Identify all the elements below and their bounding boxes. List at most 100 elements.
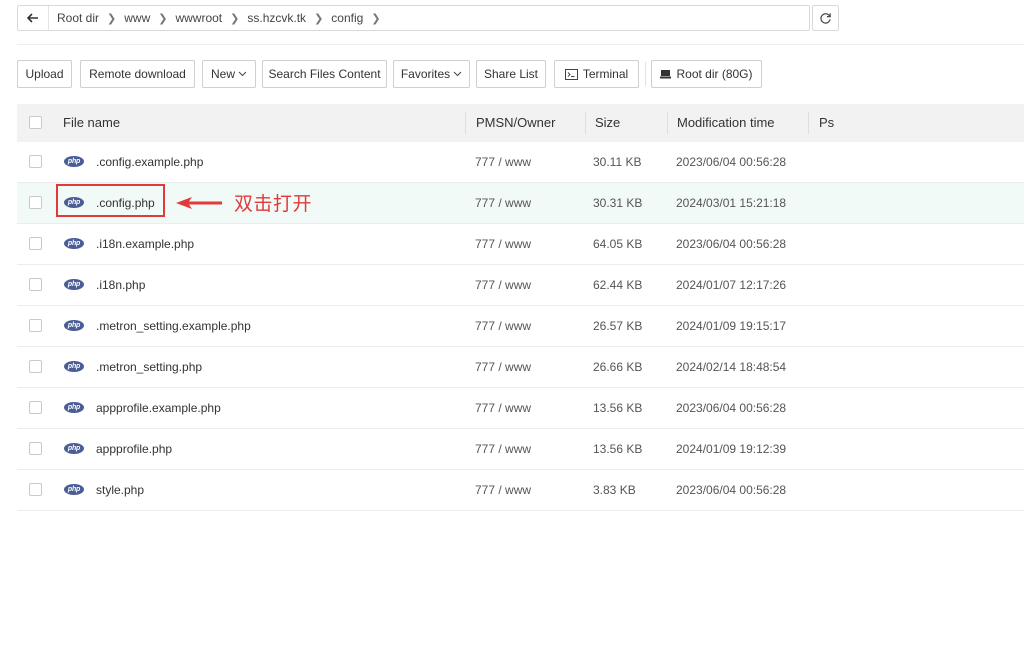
file-mtime: 2024/03/01 15:21:18 (676, 196, 787, 210)
file-permission[interactable]: 777 / www (475, 429, 531, 469)
row-checkbox[interactable] (29, 360, 42, 373)
chevron-right-icon: ❯ (107, 12, 117, 25)
row-checkbox[interactable] (29, 401, 42, 414)
chevron-right-icon: ❯ (230, 12, 240, 25)
favorites-button[interactable]: Favorites (393, 60, 470, 88)
file-mtime: 2024/02/14 18:48:54 (676, 360, 787, 374)
share-list-button[interactable]: Share List (476, 60, 546, 88)
file-size: 30.11 KB (593, 155, 642, 169)
file-permission[interactable]: 777 / www (475, 142, 531, 182)
php-file-icon: php (64, 484, 84, 495)
chevron-down-icon (238, 71, 247, 77)
file-mtime: 2023/06/04 00:56:28 (676, 237, 787, 251)
file-mtime: 2024/01/09 19:15:17 (676, 319, 787, 333)
arrow-left-icon (27, 13, 38, 23)
table-row[interactable]: php appprofile.php 777 / www 13.56 KB 20… (17, 429, 1024, 470)
new-button[interactable]: New (202, 60, 256, 88)
breadcrumb: Root dir ❯ www ❯ wwwroot ❯ ss.hzcvk.tk ❯… (49, 11, 389, 25)
table-row[interactable]: php .metron_setting.php 777 / www 26.66 … (17, 347, 1024, 388)
row-checkbox[interactable] (29, 237, 42, 250)
file-size: 64.05 KB (593, 237, 643, 251)
file-name[interactable]: .config.example.php (96, 142, 203, 182)
php-file-icon: php (64, 156, 84, 167)
table-row[interactable]: php .i18n.example.php 777 / www 64.05 KB… (17, 224, 1024, 265)
file-name[interactable]: .i18n.example.php (96, 224, 194, 264)
breadcrumb-www[interactable]: www (124, 11, 150, 25)
file-name[interactable]: .metron_setting.php (96, 347, 202, 387)
chevron-right-icon: ❯ (314, 12, 324, 25)
column-divider (667, 112, 668, 134)
chevron-right-icon: ❯ (158, 12, 168, 25)
chevron-down-icon (453, 71, 462, 77)
file-size: 62.44 KB (593, 278, 643, 292)
file-permission[interactable]: 777 / www (475, 470, 531, 510)
annotation-arrow-icon (176, 197, 222, 209)
file-name[interactable]: appprofile.example.php (96, 388, 221, 428)
file-mtime: 2023/06/04 00:56:28 (676, 483, 787, 497)
column-divider (465, 112, 466, 134)
row-checkbox[interactable] (29, 319, 42, 332)
file-size: 13.56 KB (593, 442, 643, 456)
annotation-text: 双击打开 (234, 193, 313, 215)
file-permission[interactable]: 777 / www (475, 183, 531, 223)
remote-download-button[interactable]: Remote download (80, 60, 195, 88)
row-checkbox[interactable] (29, 442, 42, 455)
divider (17, 44, 1024, 45)
file-permission[interactable]: 777 / www (475, 224, 531, 264)
header-file-name[interactable]: File name (63, 104, 120, 142)
breadcrumb-config[interactable]: config (331, 11, 363, 25)
table-row[interactable]: php .config.example.php 777 / www 30.11 … (17, 142, 1024, 183)
row-checkbox[interactable] (29, 278, 42, 291)
table-row[interactable]: php .metron_setting.example.php 777 / ww… (17, 306, 1024, 347)
file-permission[interactable]: 777 / www (475, 265, 531, 305)
terminal-icon (564, 68, 578, 80)
file-name[interactable]: .metron_setting.example.php (96, 306, 251, 346)
column-divider (808, 112, 809, 134)
file-name[interactable]: style.php (96, 470, 144, 510)
annotation-highlight-box (56, 184, 165, 217)
file-permission[interactable]: 777 / www (475, 388, 531, 428)
breadcrumb-site[interactable]: ss.hzcvk.tk (247, 11, 306, 25)
row-checkbox[interactable] (29, 155, 42, 168)
select-all-checkbox[interactable] (29, 116, 42, 129)
file-mtime: 2023/06/04 00:56:28 (676, 155, 787, 169)
column-divider (585, 112, 586, 134)
breadcrumb-wwwroot[interactable]: wwwroot (175, 11, 222, 25)
upload-button[interactable]: Upload (17, 60, 72, 88)
row-checkbox[interactable] (29, 483, 42, 496)
header-permission[interactable]: PMSN/Owner (476, 104, 555, 142)
file-size: 30.31 KB (593, 196, 643, 210)
php-file-icon: php (64, 361, 84, 372)
search-files-content-button[interactable]: Search Files Content (262, 60, 387, 88)
file-size: 3.83 KB (593, 483, 636, 497)
file-mtime: 2023/06/04 00:56:28 (676, 401, 787, 415)
root-dir-disk-button[interactable]: Root dir (80G) (651, 60, 762, 88)
table-row[interactable]: php style.php 777 / www 3.83 KB 2023/06/… (17, 470, 1024, 511)
file-name[interactable]: appprofile.php (96, 429, 172, 469)
file-permission[interactable]: 777 / www (475, 306, 531, 346)
file-name[interactable]: .i18n.php (96, 265, 145, 305)
file-permission[interactable]: 777 / www (475, 347, 531, 387)
breadcrumb-root[interactable]: Root dir (57, 11, 99, 25)
refresh-button[interactable] (812, 5, 839, 31)
chevron-right-icon: ❯ (371, 12, 381, 25)
file-size: 26.66 KB (593, 360, 643, 374)
php-file-icon: php (64, 443, 84, 454)
file-mtime: 2024/01/09 19:12:39 (676, 442, 787, 456)
php-file-icon: php (64, 320, 84, 331)
row-checkbox[interactable] (29, 196, 42, 209)
header-size[interactable]: Size (595, 104, 620, 142)
refresh-icon (820, 12, 831, 24)
path-bar[interactable]: Root dir ❯ www ❯ wwwroot ❯ ss.hzcvk.tk ❯… (17, 5, 810, 31)
file-size: 26.57 KB (593, 319, 643, 333)
file-size: 13.56 KB (593, 401, 643, 415)
table-row[interactable]: php appprofile.example.php 777 / www 13.… (17, 388, 1024, 429)
php-file-icon: php (64, 402, 84, 413)
header-ps[interactable]: Ps (819, 104, 834, 142)
header-modification-time[interactable]: Modification time (677, 104, 775, 142)
table-row[interactable]: php .config.php 777 / www 30.31 KB 2024/… (17, 183, 1024, 224)
back-button[interactable] (18, 6, 49, 30)
table-row[interactable]: php .i18n.php 777 / www 62.44 KB 2024/01… (17, 265, 1024, 306)
toolbar-divider (645, 62, 646, 86)
terminal-button[interactable]: Terminal (554, 60, 639, 88)
